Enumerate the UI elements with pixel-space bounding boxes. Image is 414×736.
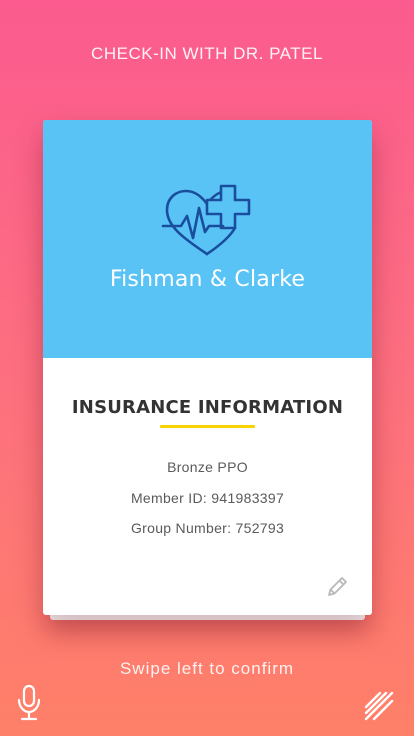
group-number: Group Number: 752793 <box>130 520 285 536</box>
edit-button[interactable] <box>326 574 350 598</box>
heading-underline <box>160 425 255 428</box>
page-title: CHECK-IN WITH DR. PATEL <box>91 44 323 63</box>
card-hero: Fishman & Clarke <box>43 120 372 358</box>
provider-name: Fishman & Clarke <box>109 267 306 292</box>
member-id: Member ID: 941983397 <box>130 490 285 506</box>
microphone-button[interactable] <box>16 684 42 722</box>
menu-button[interactable] <box>362 689 394 721</box>
swipe-hint: Swipe left to confirm <box>119 659 295 678</box>
menu-lines-icon[interactable] <box>362 689 394 721</box>
pencil-icon[interactable] <box>326 574 350 598</box>
microphone-icon[interactable] <box>16 684 42 722</box>
section-heading: INSURANCE INFORMATION <box>71 397 344 418</box>
heart-cross-pulse-icon <box>161 184 251 256</box>
insurance-card[interactable]: Fishman & Clarke INSURANCE INFORMATION B… <box>43 120 372 615</box>
plan-name: Bronze PPO <box>167 459 248 475</box>
